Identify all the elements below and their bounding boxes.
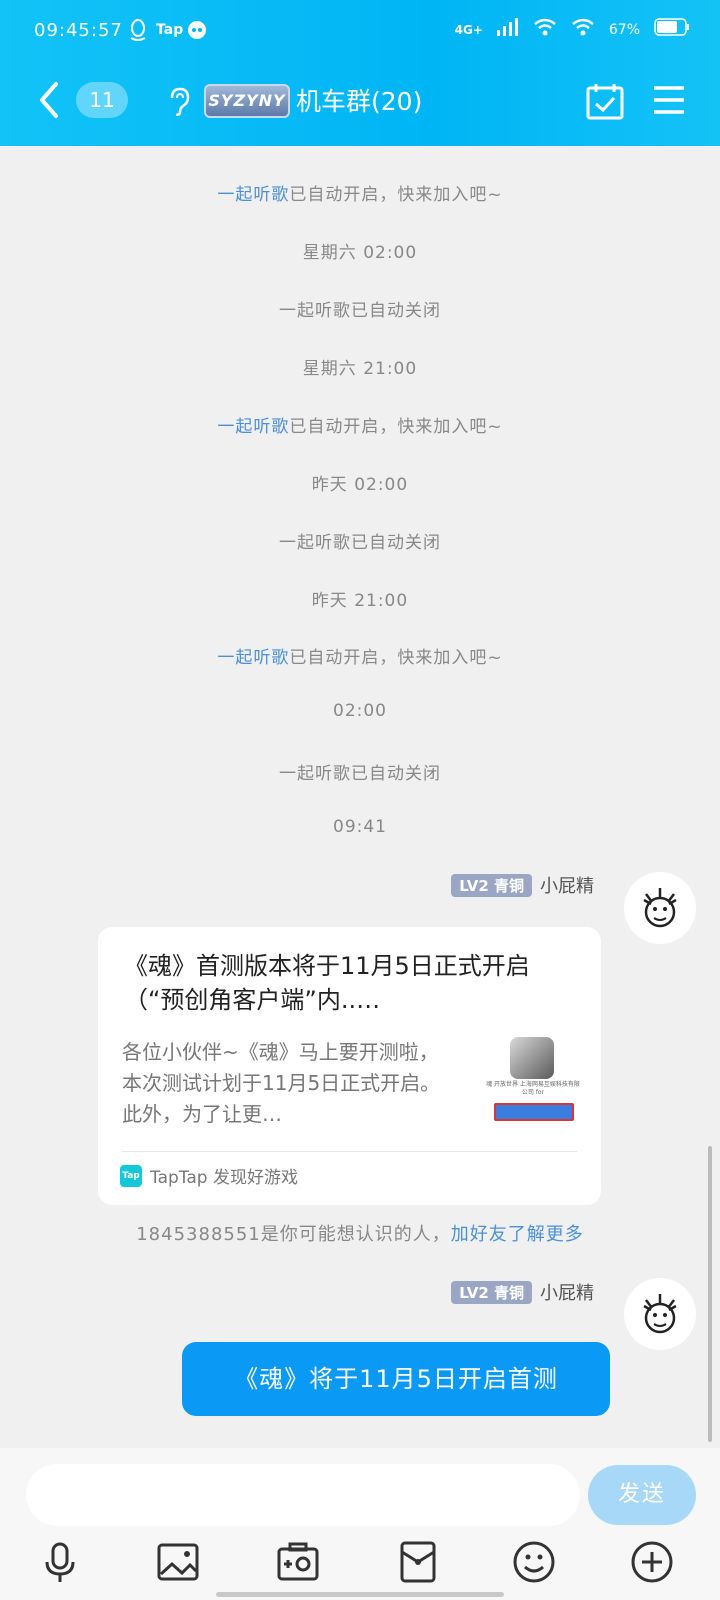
message-input[interactable] bbox=[26, 1464, 580, 1526]
input-bar: 发送 bbox=[0, 1448, 720, 1600]
group-title[interactable]: 机车群(20) bbox=[296, 82, 422, 118]
avatar[interactable] bbox=[624, 872, 696, 944]
thumbnail-text: 魂 开放世界 上海网易互娱科技有限公司 for bbox=[486, 1081, 580, 1096]
timestamp: 09:41 bbox=[333, 817, 387, 837]
game-icon bbox=[510, 1037, 554, 1079]
timestamp: 02:00 bbox=[333, 701, 387, 721]
plus-icon[interactable] bbox=[630, 1540, 674, 1584]
home-indicator[interactable] bbox=[216, 1592, 504, 1597]
avatar[interactable] bbox=[624, 1278, 696, 1350]
qq-icon bbox=[128, 18, 148, 47]
wifi-icon bbox=[533, 18, 557, 41]
unread-badge[interactable]: 11 bbox=[76, 82, 128, 118]
sender-row: LV2 青铜 小屁精 bbox=[451, 872, 594, 898]
listen-together-link[interactable]: 一起听歌 bbox=[217, 648, 289, 668]
microphone-icon[interactable] bbox=[38, 1540, 82, 1584]
friend-suggestion: 1845388551是你可能想认识的人，加好友了解更多 bbox=[136, 1224, 584, 1245]
timestamp: 昨天 02:00 bbox=[311, 475, 409, 495]
message-bubble[interactable]: 《魂》将于11月5日开启首测 bbox=[182, 1342, 610, 1416]
system-message: 一起听歌已自动关闭 bbox=[279, 301, 441, 321]
listen-together-link[interactable]: 一起听歌 bbox=[217, 185, 289, 205]
system-message: 一起听歌已自动开启，快来加入吧~ bbox=[217, 417, 503, 437]
shared-link-card[interactable]: 《魂》首测版本将于11月5日正式开启（“预创角客户端”内..… 各位小伙伴~《魂… bbox=[98, 927, 601, 1205]
system-message: 一起听歌已自动开启，快来加入吧~ bbox=[217, 185, 503, 205]
taptap-logo-icon: Tap bbox=[120, 1164, 142, 1187]
card-description: 各位小伙伴~《魂》马上要开测啦，本次测试计划于11月5日正式开启。此外，为了让更… bbox=[122, 1040, 441, 1126]
chat-area[interactable]: 一起听歌已自动开启，快来加入吧~ 星期六 02:00 一起听歌已自动关闭 星期六… bbox=[0, 146, 720, 1448]
chevron-left-icon bbox=[40, 82, 58, 118]
timestamp: 昨天 21:00 bbox=[311, 591, 409, 611]
level-badge: LV2 青铜 bbox=[451, 1280, 532, 1304]
card-source: Tap TapTap 发现好游戏 bbox=[120, 1163, 298, 1188]
card-thumbnail: 魂 开放世界 上海网易互娱科技有限公司 for bbox=[486, 1031, 580, 1127]
system-message: 一起听歌已自动开启，快来加入吧~ bbox=[217, 648, 503, 668]
status-right: 4G+ 67% bbox=[455, 18, 690, 41]
menu-icon[interactable] bbox=[652, 84, 686, 116]
calendar-icon[interactable] bbox=[586, 82, 624, 120]
divider bbox=[122, 1151, 577, 1152]
chat-header: 09:45:57 Tap 4G+ 67% 11 SYZYNY 机车群(20) bbox=[0, 0, 720, 146]
wifi-icon-2 bbox=[571, 18, 595, 41]
toolbar bbox=[0, 1540, 720, 1584]
ear-icon[interactable] bbox=[166, 86, 192, 117]
source-label: TapTap 发现好游戏 bbox=[150, 1168, 298, 1188]
system-message: 一起听歌已自动关闭 bbox=[279, 533, 441, 553]
send-button[interactable]: 发送 bbox=[588, 1465, 696, 1525]
nav-bar: 11 SYZYNY 机车群(20) bbox=[0, 70, 720, 130]
timestamp: 星期六 21:00 bbox=[302, 359, 418, 379]
sender-name[interactable]: 小屁精 bbox=[540, 1279, 594, 1305]
thumbnail-button bbox=[494, 1103, 574, 1121]
card-title: 《魂》首测版本将于11月5日正式开启（“预创角客户端”内..… bbox=[124, 952, 530, 1014]
taptap-status-icon: Tap bbox=[156, 22, 184, 38]
sender-row: LV2 青铜 小屁精 bbox=[451, 1279, 594, 1305]
network-label: 4G+ bbox=[454, 22, 483, 37]
battery-icon bbox=[654, 18, 690, 41]
level-badge: LV2 青铜 bbox=[451, 873, 532, 897]
status-time: 09:45:57 bbox=[34, 20, 123, 41]
sender-name[interactable]: 小屁精 bbox=[540, 872, 594, 898]
red-packet-icon[interactable] bbox=[396, 1540, 440, 1584]
emoji-icon[interactable] bbox=[512, 1540, 556, 1584]
app-status-icon bbox=[186, 18, 208, 45]
battery-percent: 67% bbox=[608, 21, 640, 38]
listen-together-link[interactable]: 一起听歌 bbox=[217, 417, 289, 437]
signal-icon bbox=[496, 18, 519, 41]
add-friend-link[interactable]: 加好友了解更多 bbox=[451, 1224, 584, 1245]
scrollbar[interactable] bbox=[708, 1146, 712, 1442]
camera-icon[interactable] bbox=[276, 1540, 320, 1584]
image-icon[interactable] bbox=[156, 1540, 200, 1584]
status-bar: 09:45:57 Tap 4G+ 67% bbox=[0, 18, 720, 48]
system-message: 一起听歌已自动关闭 bbox=[279, 764, 441, 784]
group-logo: SYZYNY bbox=[204, 84, 290, 118]
timestamp: 星期六 02:00 bbox=[302, 243, 418, 263]
back-button[interactable] bbox=[34, 78, 64, 122]
